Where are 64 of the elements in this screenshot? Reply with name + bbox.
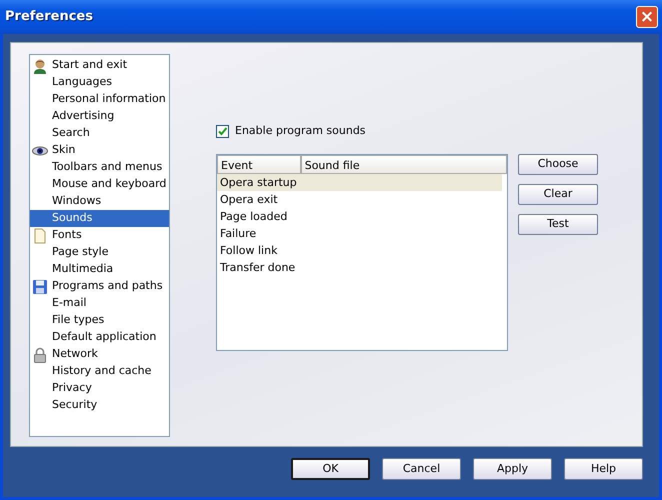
- sidebar-label: Security: [52, 397, 98, 414]
- sidebar-item[interactable]: Fonts: [30, 227, 169, 244]
- sidebar-label: Personal information: [52, 91, 166, 108]
- sidebar-item[interactable]: Toolbars and menus: [30, 159, 169, 176]
- sidebar-item[interactable]: Skin: [30, 142, 169, 159]
- sidebar-label: Search: [52, 125, 90, 142]
- dialog-button[interactable]: Apply: [473, 458, 552, 480]
- table-row[interactable]: Opera exit: [217, 190, 502, 208]
- action-button[interactable]: Test: [518, 214, 598, 234]
- lock-icon: [32, 346, 48, 362]
- sidebar-label: Advertising: [52, 108, 114, 124]
- sidebar-item[interactable]: Privacy: [30, 380, 169, 397]
- figure-icon: [32, 58, 48, 74]
- dialog-button[interactable]: OK: [291, 458, 370, 480]
- floppy-icon: [32, 278, 48, 294]
- sidebar-label: Sounds: [52, 210, 92, 226]
- sidebar-item[interactable]: Programs and paths: [30, 278, 169, 295]
- checkbox[interactable]: [216, 124, 229, 138]
- sidebar-item[interactable]: Advertising: [30, 108, 169, 125]
- sidebar-label: Multimedia: [52, 261, 114, 278]
- sidebar-item[interactable]: Windows: [30, 193, 169, 210]
- table-row[interactable]: Transfer done: [217, 258, 502, 276]
- sidebar-item[interactable]: Personal information: [30, 91, 169, 108]
- sidebar-label: Toolbars and menus: [52, 159, 162, 176]
- sidebar-label: Page style: [52, 244, 109, 260]
- sidebar-label: Languages: [52, 74, 112, 90]
- sidebar-item[interactable]: E-mail: [30, 295, 169, 312]
- sidebar-item[interactable]: History and cache: [30, 363, 169, 380]
- column-header[interactable]: Event: [217, 154, 301, 174]
- table-row[interactable]: Failure: [217, 224, 502, 242]
- sidebar-item[interactable]: Mouse and keyboard: [30, 176, 169, 193]
- sidebar-label: Privacy: [52, 380, 92, 396]
- sidebar-item[interactable]: Page style: [30, 244, 169, 261]
- sidebar-label: Windows: [52, 193, 102, 210]
- dialog-button[interactable]: Cancel: [382, 458, 461, 480]
- sidebar-label: Fonts: [52, 227, 82, 244]
- window-title: Preferences: [5, 8, 93, 26]
- checkbox-label[interactable]: Enable program sounds: [235, 123, 366, 140]
- sidebar-item[interactable]: File types: [30, 312, 169, 329]
- sidebar-label: Programs and paths: [52, 278, 163, 294]
- action-button[interactable]: Clear: [518, 184, 598, 204]
- column-header[interactable]: Sound file: [300, 154, 507, 174]
- sidebar-item[interactable]: Sounds: [30, 210, 169, 227]
- sidebar-item[interactable]: Security: [30, 397, 169, 414]
- sidebar-label: Default application: [52, 329, 156, 346]
- table-row[interactable]: Page loaded: [217, 208, 502, 224]
- sidebar-label: Start and exit: [52, 57, 128, 74]
- close-button[interactable]: ×: [636, 6, 658, 28]
- sidebar-item[interactable]: Default application: [30, 329, 169, 346]
- sidebar-item[interactable]: Network: [30, 346, 169, 363]
- dialog-button[interactable]: Help: [564, 458, 643, 480]
- table-row[interactable]: Opera startup: [217, 174, 502, 190]
- sidebar-label: History and cache: [52, 363, 152, 380]
- sidebar-item[interactable]: Multimedia: [30, 261, 169, 278]
- sidebar-label: Network: [52, 346, 98, 362]
- sidebar-label: File types: [52, 312, 104, 328]
- sidebar-label: E-mail: [52, 295, 86, 312]
- action-button[interactable]: Choose: [518, 154, 598, 174]
- sidebar-item[interactable]: Start and exit: [30, 57, 169, 74]
- table-row[interactable]: Follow link: [217, 242, 502, 258]
- sidebar-label: Mouse and keyboard: [52, 176, 166, 192]
- sidebar-item[interactable]: Languages: [30, 74, 169, 91]
- sidebar-label: Skin: [52, 142, 76, 158]
- sidebar-item[interactable]: Search: [30, 125, 169, 142]
